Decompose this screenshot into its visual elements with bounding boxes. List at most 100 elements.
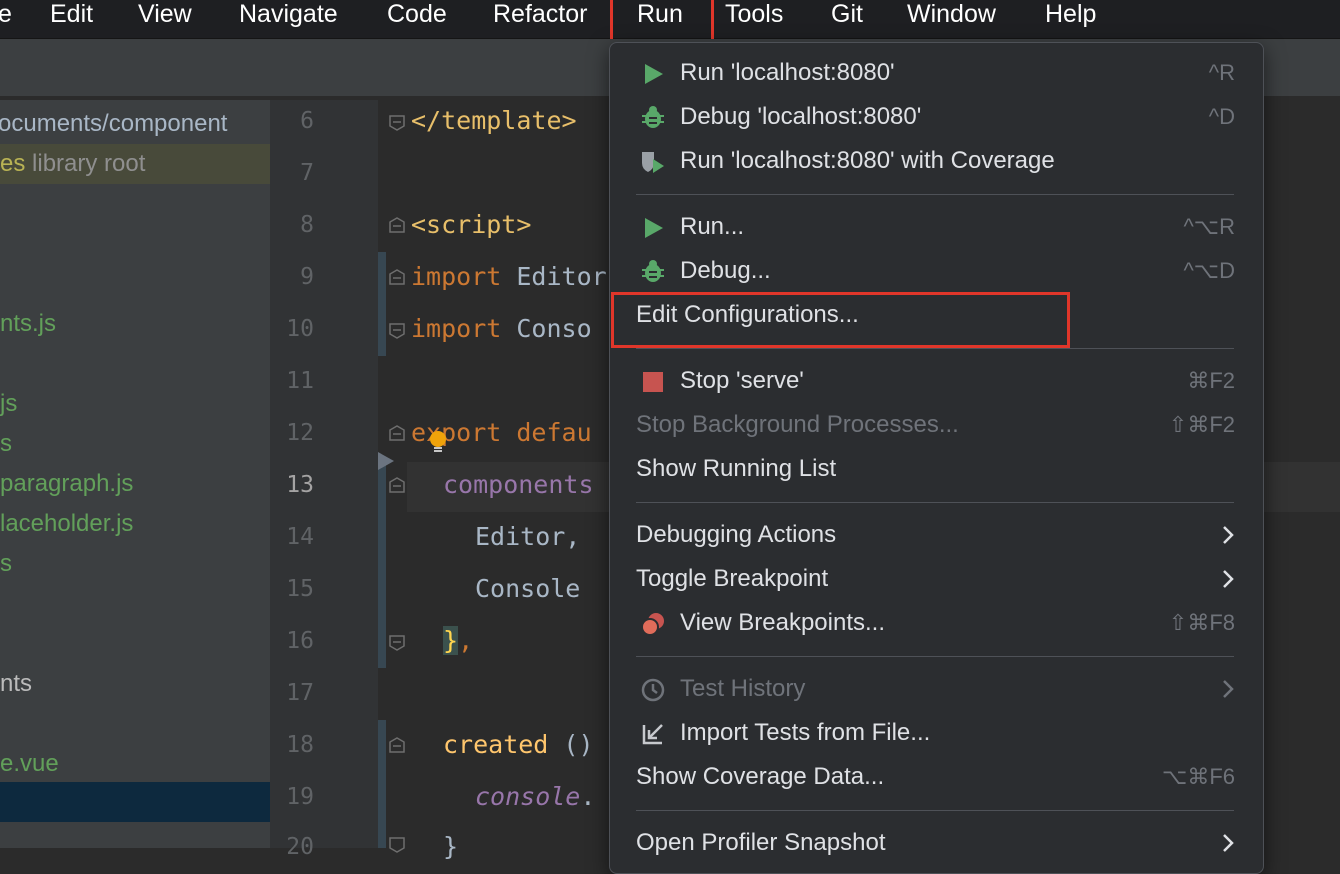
line-number: 9: [300, 264, 314, 290]
menu-item-label: Debug 'localhost:8080': [680, 103, 922, 130]
menu-separator: [636, 502, 1234, 503]
menu-git[interactable]: Git: [831, 0, 863, 30]
tree-item[interactable]: js: [0, 384, 270, 424]
shortcut-label: ^D: [1208, 104, 1235, 129]
run-menu-dropdown: Run 'localhost:8080' ^R Debug 'localhost…: [609, 42, 1264, 874]
menu-item-show-coverage-data[interactable]: Show Coverage Data... ⌥⌘F6: [610, 756, 1263, 800]
run-icon: [645, 218, 663, 238]
menu-item-toggle-breakpoint[interactable]: Toggle Breakpoint: [610, 558, 1263, 602]
identifier: Editor: [501, 262, 607, 291]
menu-item-label: Run...: [680, 213, 745, 240]
menu-item-debug[interactable]: Debug... ^⌥D: [610, 250, 1263, 294]
fold-marker-icon[interactable]: [387, 632, 407, 652]
menu-separator: [636, 656, 1234, 657]
menu-item-run-with-coverage[interactable]: Run 'localhost:8080' with Coverage: [610, 140, 1263, 184]
run-icon: [645, 64, 663, 84]
menu-item-stop-serve[interactable]: Stop 'serve' ⌘F2: [610, 360, 1263, 404]
line-number: 7: [300, 160, 314, 186]
tree-item[interactable]: s: [0, 544, 270, 584]
line-number: 6: [300, 108, 314, 134]
vcs-change-marker[interactable]: [378, 252, 386, 356]
chevron-right-icon: [1223, 680, 1234, 698]
menu-item-debugging-actions[interactable]: Debugging Actions: [610, 514, 1263, 558]
line-number: 17: [286, 680, 314, 706]
fold-marker-icon[interactable]: [387, 112, 407, 132]
edit-configurations-highlight: [611, 292, 1070, 348]
menu-item-label: Toggle Breakpoint: [636, 565, 829, 592]
code-line[interactable]: }: [443, 832, 458, 861]
run-gutter-icon[interactable]: [376, 450, 396, 472]
vcs-change-marker[interactable]: [378, 462, 386, 668]
fold-marker-icon[interactable]: [387, 736, 407, 756]
lightbulb-icon[interactable]: [428, 430, 448, 456]
menu-item-test-history[interactable]: Test History: [610, 668, 1263, 712]
code-line[interactable]: </template>: [411, 106, 577, 135]
menu-item-stop-background-processes[interactable]: Stop Background Processes... ⇧⌘F2: [610, 404, 1263, 448]
code-line[interactable]: Console: [475, 574, 580, 603]
shortcut-label: ⇧⌘F2: [1168, 412, 1235, 437]
tree-item[interactable]: ocuments/component: [0, 104, 268, 144]
menu-navigate[interactable]: Navigate: [239, 0, 338, 30]
tree-item[interactable]: laceholder.js: [0, 504, 270, 544]
code-line[interactable]: import Conso: [411, 314, 592, 343]
code-line[interactable]: <script>: [411, 210, 531, 239]
tree-item-library-root[interactable]: es library root: [0, 144, 270, 184]
code-line[interactable]: Editor,: [475, 522, 580, 551]
tree-item-selected[interactable]: [0, 782, 270, 822]
chevron-right-icon: [1223, 526, 1234, 544]
fold-marker-icon[interactable]: [387, 268, 407, 288]
code-line[interactable]: created (): [443, 730, 594, 759]
punctuation: .: [580, 782, 596, 811]
menu-edit[interactable]: Edit: [50, 0, 93, 30]
line-number: 8: [300, 212, 314, 238]
menu-item-label: Run 'localhost:8080' with Coverage: [680, 147, 1055, 174]
menu-item-label: Stop Background Processes...: [636, 411, 959, 438]
project-tree: ocuments/component es library root nts.j…: [0, 100, 270, 848]
fold-marker-icon[interactable]: [387, 424, 407, 444]
line-number: 18: [286, 732, 314, 758]
menu-refactor[interactable]: Refactor: [493, 0, 587, 30]
tree-item[interactable]: nts: [0, 664, 270, 704]
menu-item-run[interactable]: Run... ^⌥R: [610, 206, 1263, 250]
vcs-change-marker[interactable]: [378, 720, 386, 848]
fold-marker-icon[interactable]: [387, 834, 407, 854]
identifier: console: [475, 782, 581, 811]
debug-icon: [642, 106, 664, 128]
keyword: import: [411, 262, 502, 291]
menu-item-view-breakpoints[interactable]: View Breakpoints... ⇧⌘F8: [610, 602, 1263, 646]
menu-item-open-profiler-snapshot[interactable]: Open Profiler Snapshot: [610, 822, 1263, 866]
line-number: 15: [286, 576, 314, 602]
breakpoints-icon: [641, 613, 664, 636]
menu-item-import-tests[interactable]: Import Tests from File...: [610, 712, 1263, 756]
menu-item-debug-localhost[interactable]: Debug 'localhost:8080' ^D: [610, 96, 1263, 140]
tree-item[interactable]: e.vue: [0, 744, 270, 784]
tree-item[interactable]: s: [0, 424, 270, 464]
fold-marker-icon[interactable]: [387, 216, 407, 236]
shortcut-label: ^⌥D: [1183, 258, 1235, 283]
menu-help[interactable]: Help: [1045, 0, 1096, 30]
line-number: 20: [286, 834, 314, 860]
shortcut-label: ⌘F2: [1187, 368, 1235, 393]
code-line[interactable]: import Editor: [411, 262, 607, 291]
fold-marker-icon[interactable]: [387, 476, 407, 496]
menu-separator: [636, 810, 1234, 811]
fold-marker-icon[interactable]: [387, 320, 407, 340]
tree-item[interactable]: nts.js: [0, 304, 270, 344]
line-number: 11: [286, 368, 314, 394]
menu-view[interactable]: View: [138, 0, 192, 30]
menu-item-label: Open Profiler Snapshot: [636, 829, 886, 856]
code-line[interactable]: },: [443, 626, 473, 655]
code-line[interactable]: components: [443, 470, 594, 499]
menu-file[interactable]: e: [0, 0, 12, 30]
tree-item[interactable]: paragraph.js: [0, 464, 270, 504]
library-root-label: library root: [32, 150, 146, 177]
menu-item-run-localhost[interactable]: Run 'localhost:8080' ^R: [610, 52, 1263, 96]
menu-item-label: Show Running List: [636, 455, 837, 482]
menu-code[interactable]: Code: [387, 0, 447, 30]
code-line[interactable]: console.: [475, 782, 595, 811]
menu-tools[interactable]: Tools: [725, 0, 783, 30]
line-number: 14: [286, 524, 314, 550]
menu-window[interactable]: Window: [907, 0, 996, 30]
menu-separator: [636, 194, 1234, 195]
menu-item-show-running-list[interactable]: Show Running List: [610, 448, 1263, 492]
